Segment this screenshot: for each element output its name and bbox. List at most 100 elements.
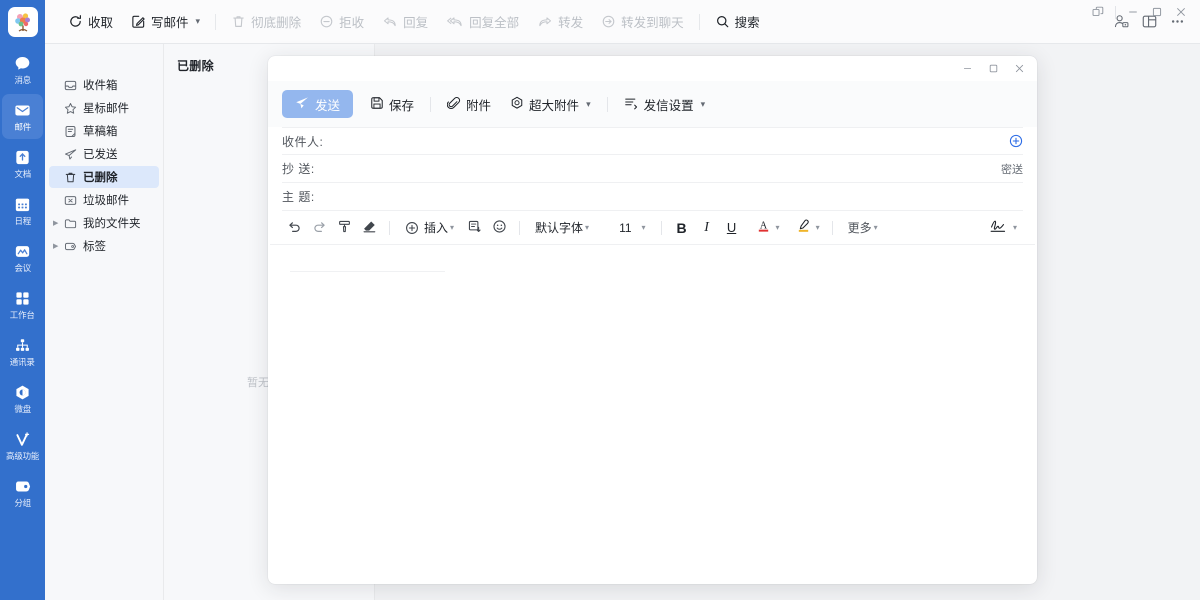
document-icon — [13, 148, 32, 167]
font-color-button[interactable]: A ▾ — [752, 216, 784, 240]
compose-minimize-icon[interactable] — [955, 59, 979, 79]
compose-window-titlebar — [268, 56, 1037, 81]
big-attachment-button[interactable]: 超大附件 ▾ — [501, 90, 600, 118]
insert-list-button[interactable] — [462, 216, 486, 240]
trash-icon — [231, 14, 246, 29]
signature-divider-line — [290, 271, 445, 272]
folder-item-sent[interactable]: 已发送 — [49, 143, 159, 165]
insert-button[interactable]: 插入 ▾ — [398, 216, 461, 240]
junk-mail-icon — [63, 193, 77, 207]
format-painter-button[interactable] — [332, 216, 356, 240]
send-button[interactable]: 发送 — [282, 90, 353, 118]
send-settings-icon — [624, 96, 639, 113]
folder-label: 标签 — [83, 238, 106, 254]
folder-label: 草稿箱 — [83, 123, 118, 139]
folder-item-inbox[interactable]: 收件箱 — [49, 74, 159, 96]
minimize-icon[interactable] — [1122, 2, 1144, 22]
compose-mail-button[interactable]: 写邮件 ▾ — [122, 8, 209, 36]
rail-item-docs[interactable]: 文档 — [2, 141, 43, 186]
rail-item-advanced[interactable]: 高级功能 — [2, 423, 43, 468]
highlight-button[interactable]: ▾ — [792, 216, 824, 240]
maximize-icon[interactable] — [1146, 2, 1168, 22]
inbox-icon — [63, 78, 77, 92]
chevron-down-icon: ▾ — [1013, 223, 1017, 232]
signature-button[interactable]: ▾ — [985, 216, 1021, 240]
compose-recipient-fields: 收件人: 抄 送: 密送 主 题: — [282, 127, 1023, 211]
rail-item-groups[interactable]: 分组 — [2, 470, 43, 515]
compose-toolbar-label: 保存 — [389, 95, 414, 114]
folder-item-deleted[interactable]: 已删除 — [49, 166, 159, 188]
send-settings-button[interactable]: 发信设置 ▾ — [615, 90, 715, 118]
close-icon[interactable] — [1170, 2, 1192, 22]
cc-input[interactable] — [340, 162, 1001, 176]
toolbar-button-label: 收取 — [88, 12, 113, 31]
meeting-icon — [13, 242, 32, 261]
font-size-select[interactable]: 11 ▾ — [612, 216, 652, 240]
toolbar-button-label: 拒收 — [339, 12, 364, 31]
folder-item-my-folders[interactable]: ▶ 我的文件夹 — [49, 212, 159, 234]
cloud-disk-icon — [13, 383, 32, 402]
folder-item-starred[interactable]: 星标邮件 — [49, 97, 159, 119]
save-draft-button[interactable]: 保存 — [361, 90, 423, 118]
toolbar-divider — [215, 14, 216, 30]
to-input[interactable] — [340, 134, 1009, 148]
bold-button[interactable]: B — [670, 216, 694, 240]
rail-item-clouddisk[interactable]: 微盘 — [2, 376, 43, 421]
chat-bubble-icon — [13, 54, 32, 73]
rail-item-label: 会议 — [14, 263, 31, 272]
receive-mail-button[interactable]: 收取 — [59, 8, 122, 36]
save-floppy-icon — [370, 96, 384, 113]
refresh-icon — [68, 14, 83, 29]
rail-item-mail[interactable]: 邮件 — [2, 94, 43, 139]
compose-close-icon[interactable] — [1007, 59, 1031, 79]
rail-item-label: 日程 — [14, 216, 31, 225]
reply-all-icon — [446, 14, 464, 29]
compose-body-editor[interactable] — [268, 245, 1037, 584]
more-format-button[interactable]: 更多 ▾ — [841, 216, 885, 240]
folder-item-tags[interactable]: ▶ 标签 — [49, 235, 159, 257]
user-avatar[interactable] — [8, 7, 38, 37]
reply-button[interactable]: 回复 — [373, 8, 437, 36]
redo-button[interactable] — [307, 216, 331, 240]
clear-format-button[interactable] — [357, 216, 381, 240]
search-button[interactable]: 搜索 — [706, 8, 769, 36]
bcc-toggle-link[interactable]: 密送 — [1001, 161, 1023, 177]
expand-window-icon[interactable] — [1087, 2, 1109, 22]
field-label-to: 收件人: — [282, 133, 340, 150]
rail-item-label: 邮件 — [14, 122, 31, 131]
mail-client-window: 消息 邮件 文档 日程 — [0, 0, 1200, 600]
signature-icon — [989, 218, 1008, 237]
folder-item-drafts[interactable]: 草稿箱 — [49, 120, 159, 142]
forward-to-chat-button[interactable]: 转发到聊天 — [592, 8, 693, 36]
main-toolbar: 收取 写邮件 ▾ 彻底删除 拒收 回复 — [45, 0, 1200, 44]
emoji-button[interactable] — [487, 216, 511, 240]
rail-item-label: 消息 — [14, 75, 31, 84]
field-row-cc: 抄 送: 密送 — [282, 155, 1023, 183]
chevron-down-icon: ▾ — [586, 99, 591, 110]
reply-icon — [382, 14, 398, 29]
rail-item-meeting[interactable]: 会议 — [2, 235, 43, 280]
editor-toolbar-divider — [389, 221, 390, 235]
italic-button[interactable]: I — [695, 216, 719, 240]
rail-item-calendar[interactable]: 日程 — [2, 188, 43, 233]
underline-button[interactable]: U — [720, 216, 744, 240]
attachment-button[interactable]: 附件 — [438, 90, 500, 118]
font-family-select[interactable]: 默认字体 ▾ — [528, 216, 596, 240]
permanent-delete-button[interactable]: 彻底删除 — [222, 8, 310, 36]
rail-item-workbench[interactable]: 工作台 — [2, 282, 43, 327]
draft-icon — [63, 124, 77, 138]
add-contact-circle-icon[interactable] — [1009, 134, 1023, 148]
folder-item-junk[interactable]: 垃圾邮件 — [49, 189, 159, 211]
main-window-controls — [1087, 2, 1192, 22]
reject-button[interactable]: 拒收 — [310, 8, 373, 36]
rail-item-messages[interactable]: 消息 — [2, 47, 43, 92]
field-row-subject: 主 题: — [282, 183, 1023, 211]
reply-all-button[interactable]: 回复全部 — [437, 8, 528, 36]
compose-mail-window: 发送 保存 附件 超大附件 ▾ — [268, 56, 1037, 584]
forward-button[interactable]: 转发 — [528, 8, 592, 36]
trash-icon — [63, 170, 77, 184]
undo-button[interactable] — [282, 216, 306, 240]
compose-maximize-icon[interactable] — [981, 59, 1005, 79]
rail-item-contacts[interactable]: 通讯录 — [2, 329, 43, 374]
subject-input[interactable] — [340, 190, 1023, 204]
